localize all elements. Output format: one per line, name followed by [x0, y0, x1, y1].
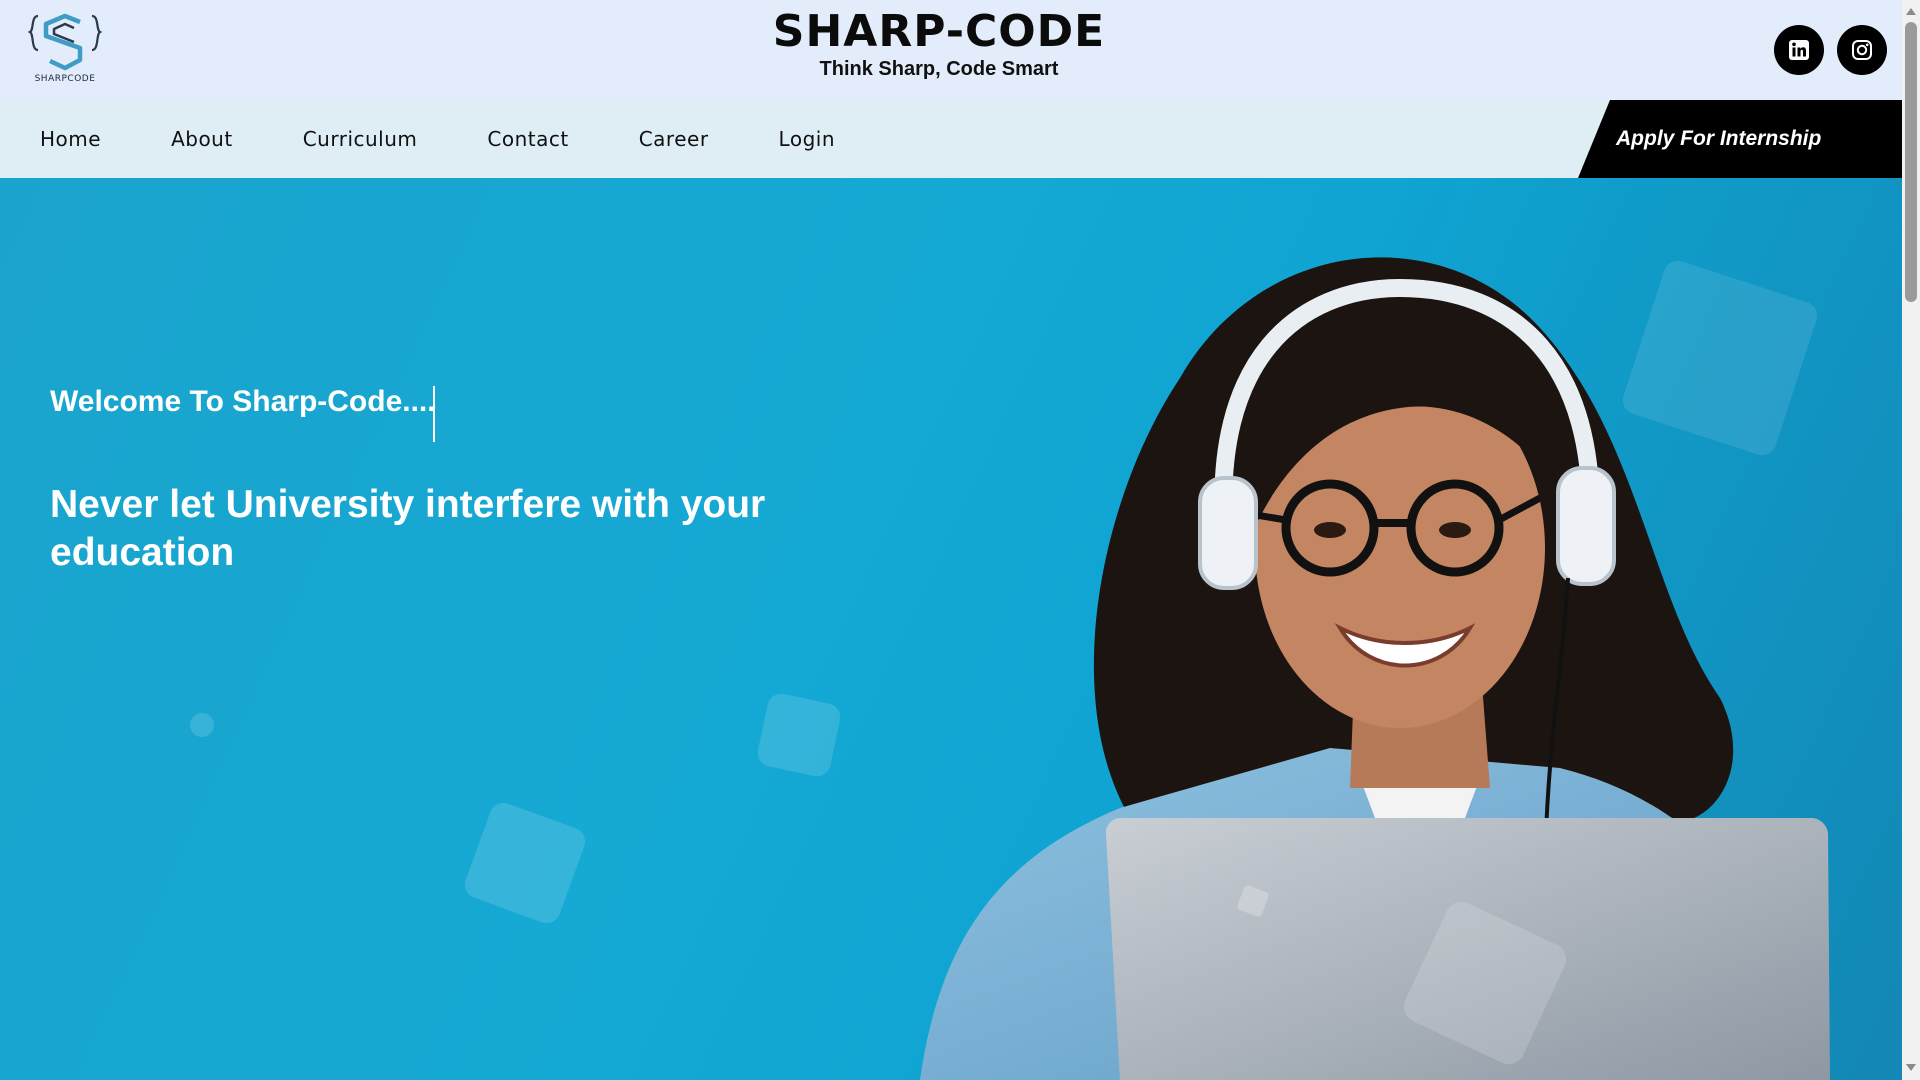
page-scrollbar[interactable] [1902, 0, 1920, 1080]
nav-item-home[interactable]: Home [40, 127, 101, 151]
hero-image [920, 257, 1830, 1080]
site-tagline: Think Sharp, Code Smart [819, 58, 1059, 80]
apply-internship-label: Apply For Internship [1616, 127, 1822, 150]
hero-welcome-text: Welcome To Sharp-Code.... [50, 385, 436, 418]
site-header: SHARPCODE SHARP-CODE Think Sharp, Code S… [0, 0, 1902, 100]
scroll-down-arrow-icon[interactable] [1906, 1064, 1916, 1071]
nav-item-career[interactable]: Career [639, 127, 709, 151]
site-title: SHARP-CODE [772, 6, 1106, 57]
typing-caret [433, 386, 435, 442]
nav-item-login[interactable]: Login [779, 127, 835, 151]
linkedin-link[interactable] [1774, 25, 1824, 75]
instagram-link[interactable] [1837, 25, 1887, 75]
linkedin-icon [1789, 40, 1809, 60]
scroll-up-arrow-icon[interactable] [1906, 8, 1916, 15]
apply-internship-button[interactable]: Apply For Internship [1578, 100, 1902, 178]
scroll-thumb[interactable] [1905, 22, 1917, 302]
nav-item-curriculum[interactable]: Curriculum [303, 127, 418, 151]
nav-item-contact[interactable]: Contact [487, 127, 568, 151]
nav-item-about[interactable]: About [171, 127, 233, 151]
instagram-icon [1852, 40, 1872, 60]
hero-headline: Never let University interfere with your… [50, 483, 766, 574]
nav-list: Home About Curriculum Contact Career Log… [20, 100, 885, 178]
hero-section: Welcome To Sharp-Code.... Never let Univ… [0, 178, 1902, 1080]
